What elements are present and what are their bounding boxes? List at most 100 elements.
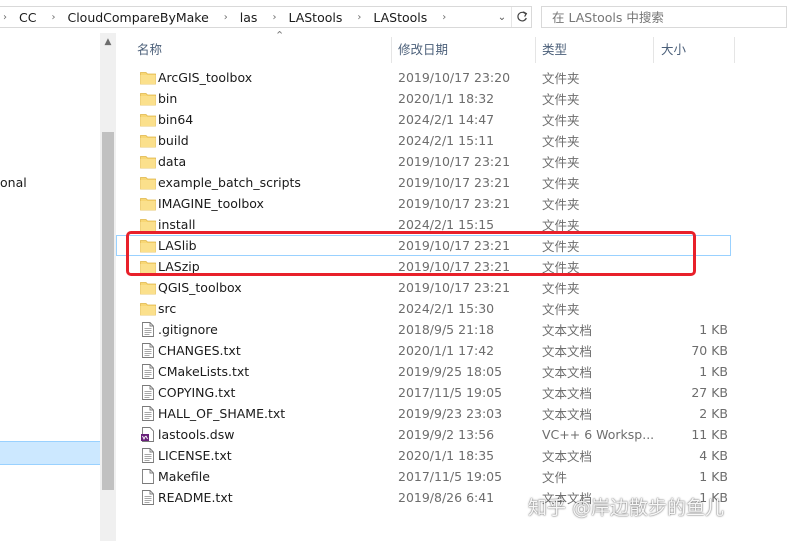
file-date: 2020/1/1 17:42 [398,343,495,358]
column-date[interactable]: 修改日期 [398,33,536,63]
file-size: 11 KB [691,427,728,442]
column-name[interactable]: 名称 ⌃ [137,29,392,63]
file-size: 2 KB [699,406,728,421]
file-type: 文件夹 [542,197,580,212]
column-divider[interactable] [653,37,654,63]
folder-icon [140,219,156,232]
file-type: 文本文档 [542,407,593,422]
file-row[interactable]: lastools.dsw 2019/9/2 13:56 VC++ 6 Works… [116,424,787,445]
file-date: 2017/11/5 19:05 [398,469,503,484]
file-type: 文本文档 [542,386,593,401]
text-file-icon [142,490,154,505]
breadcrumb-separator-icon[interactable]: › [269,12,279,23]
breadcrumb-separator-icon[interactable]: › [0,12,10,23]
file-size [656,172,728,193]
column-divider[interactable] [535,37,536,63]
scroll-up-arrow-icon[interactable]: ▲ [100,35,116,49]
file-name: build [158,133,189,148]
text-file-icon [142,406,154,421]
address-history-chevron-down-icon[interactable]: ⌄ [493,7,511,27]
file-row[interactable]: Makefile 2017/11/5 19:05 文件 1 KB [116,466,787,487]
file-name: lastools.dsw [158,427,235,442]
search-input[interactable] [542,7,772,27]
file-row[interactable]: bin64 2024/2/1 14:47 文件夹 [116,109,787,130]
nav-scrollbar[interactable]: ▲ [100,33,116,541]
refresh-button[interactable] [511,7,531,27]
text-file-icon [142,364,154,379]
breadcrumb-separator-icon[interactable]: › [354,12,364,23]
file-date: 2019/9/23 23:03 [398,406,503,421]
file-name: bin64 [158,112,194,127]
breadcrumb-separator-icon[interactable]: › [48,12,58,23]
file-row[interactable]: bin 2020/1/1 18:32 文件夹 [116,88,787,109]
file-name: .gitignore [158,322,218,337]
file-row[interactable]: example_batch_scripts 2019/10/17 23:21 文… [116,172,787,193]
sort-ascending-icon: ⌃ [275,29,285,42]
file-size: 70 KB [691,343,728,358]
file-date: 2020/1/1 18:35 [398,448,495,463]
breadcrumb-item[interactable]: CloudCompareByMake [67,10,208,25]
file-size: 4 KB [699,448,728,463]
file-row[interactable]: CHANGES.txt 2020/1/1 17:42 文本文档 70 KB [116,340,787,361]
nav-item-selected[interactable] [0,441,100,465]
file-row[interactable]: ArcGIS_toolbox 2019/10/17 23:20 文件夹 [116,67,787,88]
breadcrumb-separator-icon[interactable]: › [221,12,231,23]
column-divider[interactable] [391,37,392,63]
file-row[interactable]: src 2024/2/1 15:30 文件夹 [116,298,787,319]
file-size: 27 KB [691,385,728,400]
file-name: LICENSE.txt [158,448,232,463]
file-size [656,67,728,88]
column-date-label: 修改日期 [398,41,449,57]
breadcrumb-item[interactable]: las [240,10,258,25]
highlight-annotation-box [126,231,696,276]
file-size [656,298,728,319]
column-divider[interactable] [734,37,735,63]
file-type: 文件夹 [542,92,580,107]
file-date: 2020/1/1 18:32 [398,91,495,106]
file-name: README.txt [158,490,233,505]
column-size[interactable]: 大小 [661,33,731,63]
file-row[interactable]: IMAGINE_toolbox 2019/10/17 23:21 文件夹 [116,193,787,214]
file-size [656,151,728,172]
folder-icon [140,72,156,85]
file-date: 2019/9/2 13:56 [398,427,495,442]
breadcrumb-separator-icon[interactable]: › [439,12,449,23]
file-row[interactable]: .gitignore 2018/9/5 21:18 文本文档 1 KB [116,319,787,340]
file-row[interactable]: data 2019/10/17 23:21 文件夹 [116,151,787,172]
file-date: 2019/10/17 23:21 [398,196,511,211]
nav-item-label[interactable]: onal [0,175,27,190]
file-row[interactable]: LICENSE.txt 2020/1/1 18:35 文本文档 4 KB [116,445,787,466]
file-row[interactable]: CMakeLists.txt 2019/9/25 18:05 文本文档 1 KB [116,361,787,382]
breadcrumb-item[interactable]: CC [19,10,36,25]
column-type[interactable]: 类型 [542,33,652,63]
file-type: 文本文档 [542,365,593,380]
address-box[interactable]: › CC › CloudCompareByMake › las › LAStoo… [0,6,532,28]
folder-icon [140,135,156,148]
file-type: 文本文档 [542,344,593,359]
watermark-text: 知乎 @岸边散步的鱼儿 [528,497,725,519]
file-type: 文件夹 [542,176,580,191]
file-row[interactable]: HALL_OF_SHAME.txt 2019/9/23 23:03 文本文档 2… [116,403,787,424]
text-file-icon [142,343,154,358]
scrollbar-thumb[interactable] [102,132,114,490]
file-row[interactable]: QGIS_toolbox 2019/10/17 23:21 文件夹 [116,277,787,298]
file-type: 文件夹 [542,134,580,149]
file-date: 2024/2/1 15:11 [398,133,495,148]
file-date: 2019/9/25 18:05 [398,364,503,379]
breadcrumb-item[interactable]: LAStools [288,10,342,25]
file-date: 2018/9/5 21:18 [398,322,495,337]
file-row[interactable]: COPYING.txt 2017/11/5 19:05 文本文档 27 KB [116,382,787,403]
file-size [656,277,728,298]
file-size: 1 KB [699,469,728,484]
file-size [656,130,728,151]
text-file-icon [142,385,154,400]
file-type: 文件夹 [542,302,580,317]
text-file-icon [142,322,154,337]
file-type: 文件夹 [542,113,580,128]
search-box[interactable] [541,6,787,28]
file-date: 2019/10/17 23:21 [398,154,511,169]
file-row[interactable]: build 2024/2/1 15:11 文件夹 [116,130,787,151]
breadcrumb-item[interactable]: LAStools [373,10,427,25]
navigation-pane: onal ▲ [0,33,116,541]
file-name: example_batch_scripts [158,175,301,190]
